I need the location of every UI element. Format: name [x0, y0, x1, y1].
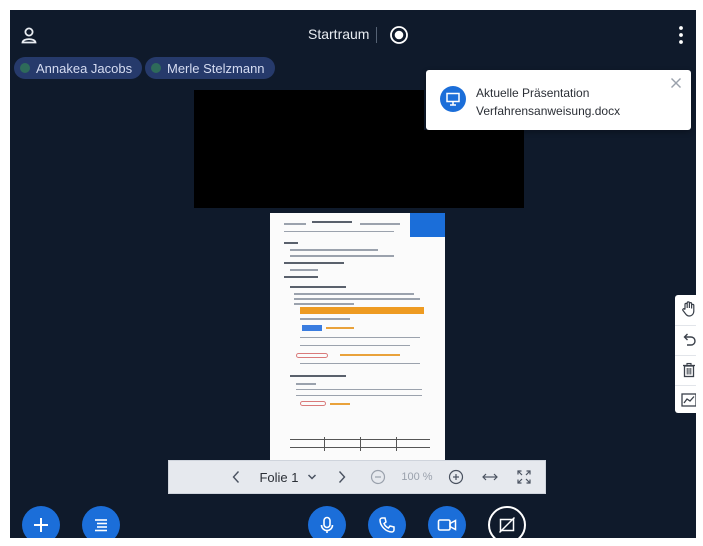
zoom-level: 100 % [395, 461, 439, 493]
plus-icon [34, 518, 48, 532]
microphone-icon [320, 516, 334, 533]
list-icon [95, 519, 107, 532]
zoom-in-icon [448, 469, 464, 485]
zoom-in-button[interactable] [441, 461, 471, 493]
poll-list-button[interactable] [82, 506, 120, 538]
redacted-area [194, 90, 424, 130]
chart-icon [681, 392, 696, 407]
previous-slide-button[interactable] [221, 461, 251, 493]
phone-icon [379, 517, 395, 533]
whiteboard-toolbar [675, 295, 696, 413]
chevron-right-icon [338, 471, 346, 483]
user-icon[interactable] [20, 26, 38, 44]
camera-button[interactable] [428, 506, 466, 538]
chevron-left-icon [232, 471, 240, 483]
presentation-icon [440, 86, 466, 112]
participant-chip[interactable]: Merle Stelzmann [145, 57, 275, 79]
next-slide-button[interactable] [327, 461, 357, 493]
room-title: Startraum [308, 26, 370, 42]
chart-tool-button[interactable] [675, 385, 696, 413]
audio-phone-button[interactable] [368, 506, 406, 538]
notification-filename: Verfahrensanweisung.docx [476, 104, 621, 118]
chevron-down-icon [307, 474, 316, 480]
close-icon[interactable] [670, 77, 682, 89]
slide-selector[interactable]: Folie 1 [253, 461, 323, 493]
header-separator [376, 27, 377, 43]
add-action-button[interactable] [22, 506, 60, 538]
record-icon[interactable] [389, 25, 409, 45]
meeting-window: Startraum Annakea Jacobs Merle Stelzmann [10, 10, 696, 538]
participant-name: Merle Stelzmann [167, 60, 265, 76]
zoom-value: 100 % [401, 471, 433, 483]
fit-width-icon [482, 473, 498, 481]
slide-label: Folie 1 [259, 469, 299, 485]
slide-corner-badge [410, 213, 445, 237]
status-dot [151, 63, 161, 73]
hand-pan-icon [682, 301, 695, 317]
participant-chip[interactable]: Annakea Jacobs [14, 57, 143, 79]
participant-name: Annakea Jacobs [36, 60, 133, 76]
undo-icon [683, 333, 696, 346]
delete-button[interactable] [675, 355, 696, 383]
redacted-area [194, 130, 524, 208]
more-vertical-icon[interactable] [677, 24, 685, 46]
trash-icon [683, 362, 695, 377]
slide-highlight-bar [300, 307, 424, 314]
presentation-notification: Aktuelle Präsentation Verfahrensanweisun… [426, 70, 691, 130]
status-dot [20, 63, 30, 73]
notification-title: Aktuelle Präsentation [476, 86, 590, 100]
hand-tool-button[interactable] [675, 295, 696, 323]
undo-button[interactable] [675, 325, 696, 353]
fit-width-button[interactable] [475, 461, 505, 493]
screenshare-button[interactable] [488, 506, 526, 538]
zoom-out-icon [370, 469, 386, 485]
fullscreen-icon [517, 470, 531, 484]
presentation-slide [270, 213, 445, 461]
screenshare-off-icon [498, 516, 516, 534]
fullscreen-button[interactable] [509, 461, 539, 493]
presentation-toolbar: Folie 1 100 % [168, 460, 546, 494]
zoom-out-button[interactable] [363, 461, 393, 493]
microphone-button[interactable] [308, 506, 346, 538]
camera-icon [437, 519, 457, 531]
